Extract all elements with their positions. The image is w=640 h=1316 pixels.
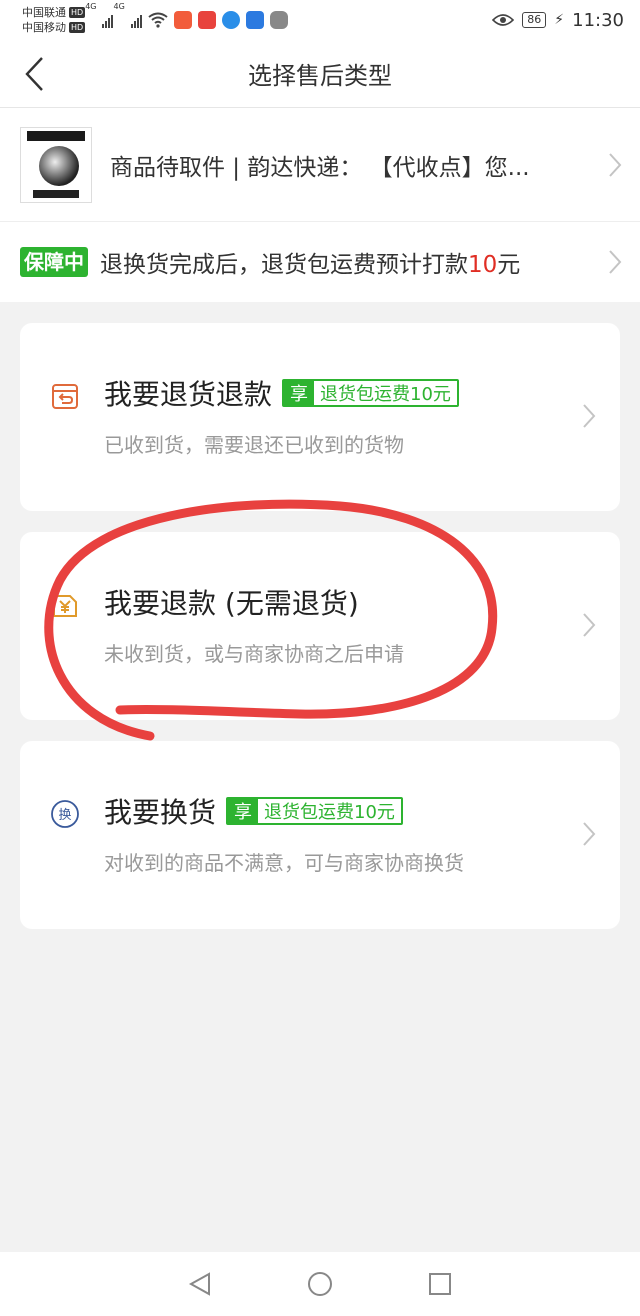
circle-home-icon [308,1272,332,1296]
shipping-perk-badge: 享 退货包运费10元 [226,797,403,825]
charging-icon: ⚡ [554,12,565,28]
square-recents-icon [429,1273,451,1295]
logistics-status-text: 商品待取件 | 韵达快递： 【代收点】您... [110,154,530,181]
wifi-icon [148,12,168,28]
system-home-button[interactable] [300,1264,340,1304]
network-type-2: 4G [113,2,125,11]
hd-badge: HD [69,22,86,33]
perk-tag: 享 [284,381,315,405]
exchange-icon: 换 [51,800,79,828]
app-notification-icon [245,11,264,29]
perk-text: 退货包运费10元 [264,802,395,823]
product-thumbnail [20,126,92,203]
option-exchange[interactable]: 换 我要换货 享 退货包运费10元 对收到的商品不满意，可与商家协商换货 [20,741,620,929]
clock: 11:30 [572,9,624,31]
guarantee-row[interactable]: 保障中 退换货完成后，退货包运费预计打款10元 [0,222,640,302]
option-description: 未收到货，或与商家协商之后申请 [104,642,404,666]
carrier-info: 中国联通 HD 中国移动 HD [22,5,86,35]
option-description: 已收到货，需要退还已收到的货物 [104,433,404,457]
chevron-right-icon [583,613,596,637]
exchange-icon-glyph: 换 [58,808,71,823]
refund-yuan-icon [53,595,77,617]
chevron-right-icon [609,152,622,177]
chevron-right-icon [583,404,596,428]
return-box-icon [52,384,78,409]
product-status-row[interactable]: 商品待取件 | 韵达快递： 【代收点】您... [0,108,640,222]
option-title: 我要换货 [104,796,217,829]
battery-level: 86 [522,12,547,28]
system-navigation-bar [0,1252,640,1316]
app-notification-icon [173,11,192,29]
back-button[interactable] [14,52,54,96]
app-notification-icon [221,11,240,29]
chevron-right-icon [583,822,596,846]
system-back-button[interactable] [180,1264,220,1304]
page-title: 选择售后类型 [248,62,392,90]
app-notification-icon [197,11,216,29]
guarantee-amount: 10 [468,252,498,278]
network-type-1: 4G [85,2,97,11]
guarantee-text-after: 元 [497,252,521,278]
guarantee-text: 退换货完成后，退货包运费预计打款10元 [100,245,520,279]
signal-icon [102,12,114,28]
navigation-bar: 选择售后类型 [0,40,640,108]
carrier-1: 中国联通 [22,6,66,19]
chevron-right-icon [609,250,622,274]
shipping-perk-badge: 享 退货包运费10元 [282,379,459,407]
option-return-and-refund[interactable]: 我要退货退款 享 退货包运费10元 已收到货，需要退还已收到的货物 [20,323,620,511]
option-title: 我要退货退款 [104,378,273,411]
hd-badge: HD [69,7,86,18]
status-bar: 中国联通 HD 中国移动 HD 4G 4G 86 ⚡ 11:30 [0,0,640,40]
option-title: 我要退款 (无需退货) [104,587,359,620]
option-refund-only[interactable]: 我要退款 (无需退货) 未收到货，或与商家协商之后申请 [20,532,620,720]
guarantee-badge: 保障中 [20,247,88,277]
carrier-2: 中国移动 [22,21,66,34]
perk-tag: 享 [228,799,259,823]
system-recents-button[interactable] [420,1264,460,1304]
triangle-back-icon [188,1272,210,1296]
option-description: 对收到的商品不满意，可与商家协商换货 [104,851,464,875]
guarantee-text-before: 退换货完成后，退货包运费预计打款 [100,252,468,278]
perk-text: 退货包运费10元 [320,384,451,405]
back-arrow-icon [25,57,43,91]
app-notification-icon [269,11,288,29]
eye-comfort-icon [492,14,515,26]
signal-icon [130,12,142,28]
